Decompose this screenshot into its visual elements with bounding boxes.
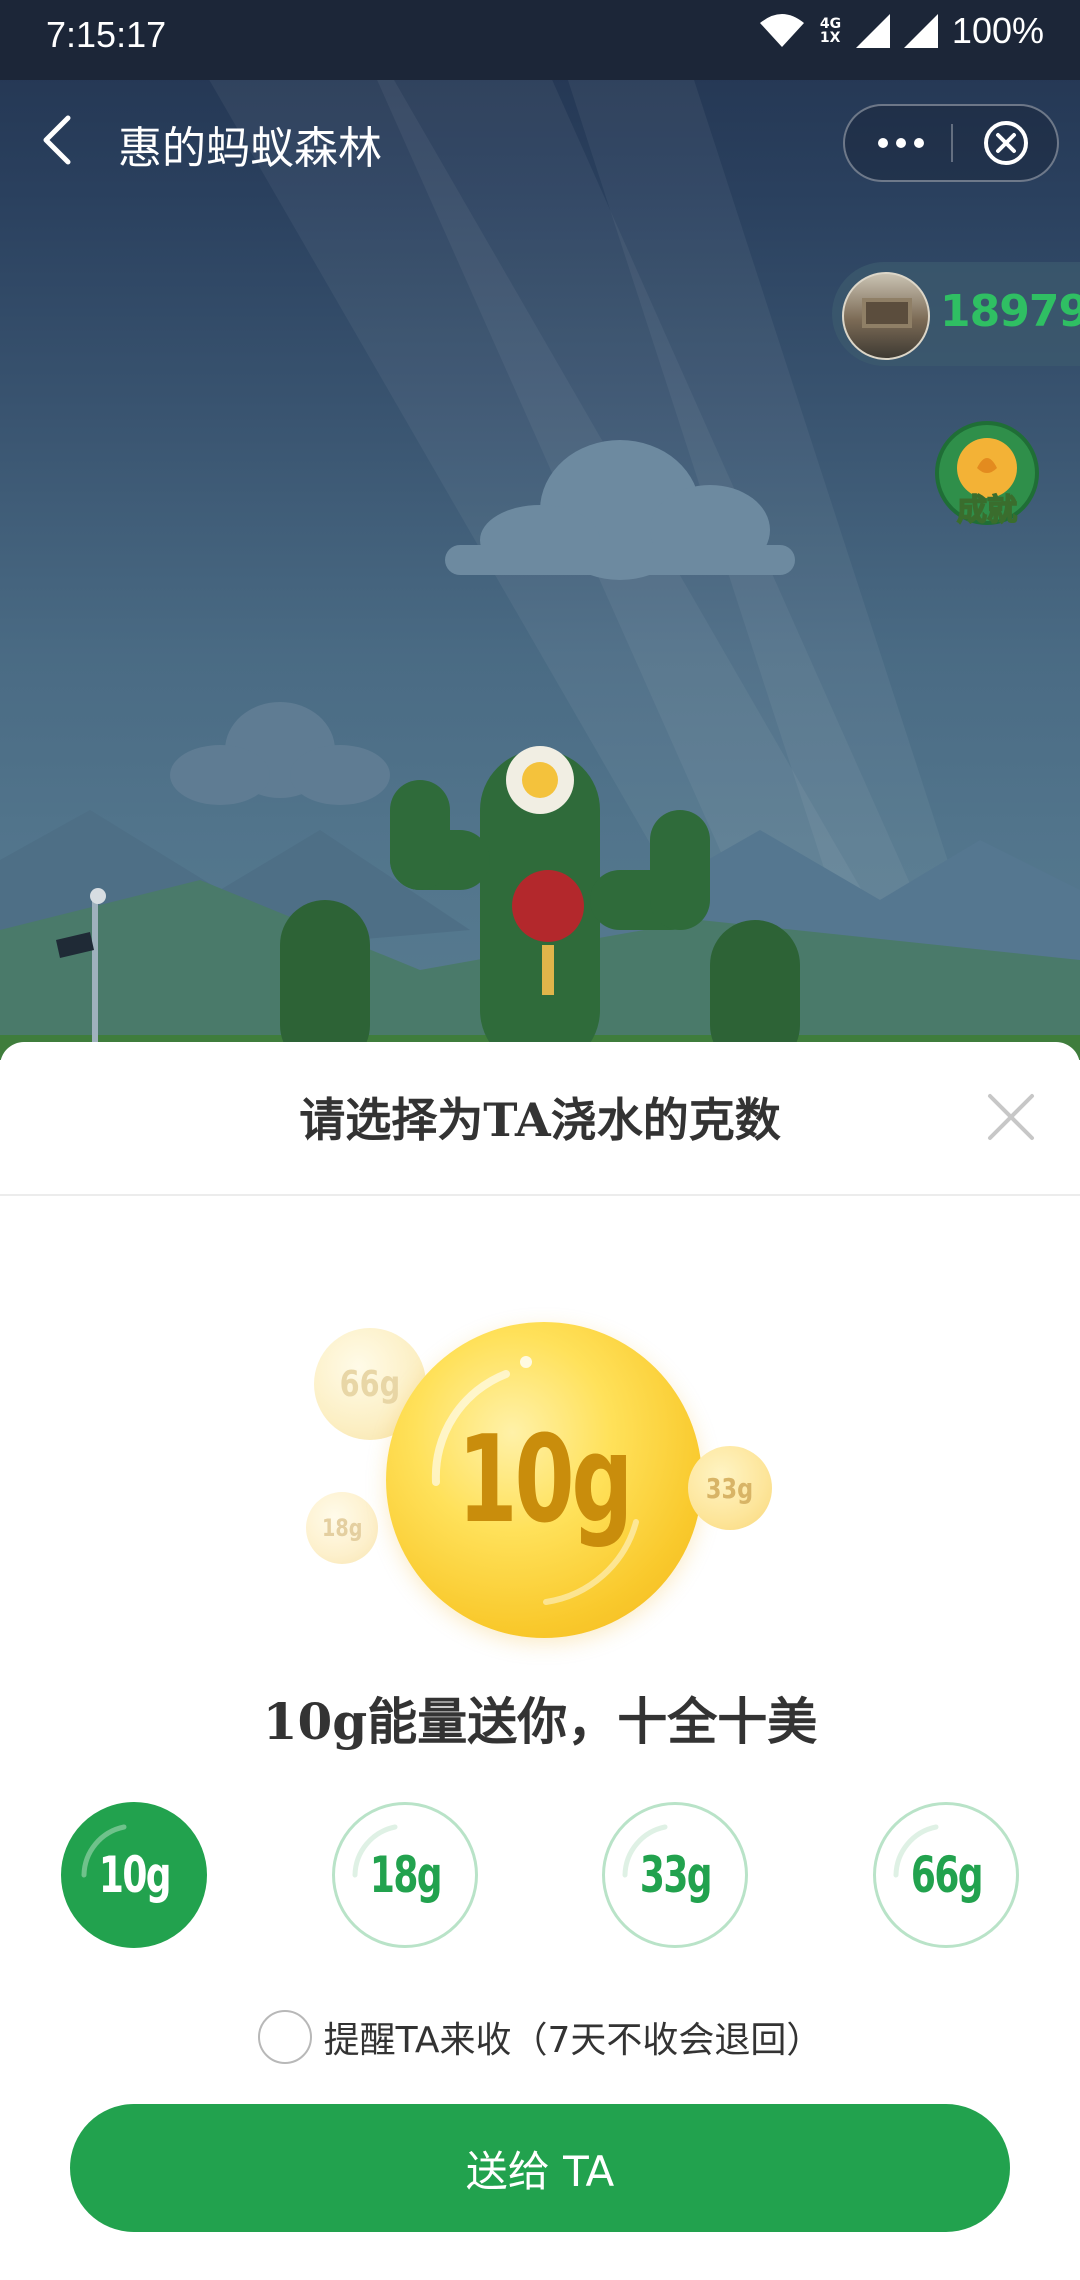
achievement-icon[interactable]: 成就 <box>932 418 1042 538</box>
option-66g[interactable]: 66g <box>873 1802 1019 1948</box>
status-icons: 4G 1X 100% <box>758 10 1044 52</box>
signal-icon <box>903 14 938 48</box>
bubble-18g: 18g <box>306 1492 378 1564</box>
slogan-text: 10g能量送你，十全十美 <box>262 1692 818 1751</box>
option-18g[interactable]: 18g <box>332 1802 478 1948</box>
option-33g[interactable]: 33g <box>602 1802 748 1948</box>
network-type: 4G 1X <box>819 16 842 46</box>
nav-bar: 惠的蚂蚁森林 <box>0 80 1080 200</box>
friend-energy-badge[interactable]: 18979g <box>832 262 1080 366</box>
capsule-divider <box>951 124 953 162</box>
bubble-main: 10g <box>386 1322 702 1638</box>
solar-lamp <box>56 888 106 1060</box>
remind-row[interactable]: 提醒TA来收（7天不收会退回） <box>0 2002 1080 2072</box>
signal-icon <box>855 14 890 48</box>
sheet-divider <box>0 1194 1080 1196</box>
option-10g[interactable]: 10g <box>61 1802 207 1948</box>
cactus-tree <box>280 746 800 1060</box>
bubble-label: 33g <box>706 1471 754 1505</box>
option-label: 10g <box>98 1846 171 1904</box>
bubble-label: 10g <box>457 1410 634 1550</box>
send-button[interactable]: 送给 TA <box>70 2104 1010 2232</box>
water-amount-sheet: 请选择为TA浇水的克数 66g 18g 10g 33g 10g能量送你，十全十美… <box>0 1042 1080 2280</box>
avatar <box>842 272 930 360</box>
gram-options: 10g 18g 33g 66g <box>0 1802 1080 1952</box>
option-label: 18g <box>369 1846 442 1904</box>
energy-bubbles: 66g 18g 10g 33g <box>300 1270 780 1638</box>
achievement-label: 成就 <box>957 493 1017 528</box>
option-label: 33g <box>639 1846 712 1904</box>
option-label: 66g <box>910 1846 983 1904</box>
close-circle-icon[interactable] <box>983 120 1029 166</box>
bubble-label: 18g <box>321 1514 363 1542</box>
remind-checkbox[interactable] <box>257 2010 312 2064</box>
cloud-icon <box>445 440 795 580</box>
bubble-33g: 33g <box>688 1446 772 1530</box>
battery-percent: 100% <box>951 10 1044 51</box>
energy-amount: 18979g <box>940 286 1080 337</box>
mini-program-capsule <box>843 104 1059 182</box>
wifi-icon <box>759 14 804 47</box>
sheet-title: 请选择为TA浇水的克数 <box>299 1093 781 1147</box>
remind-label: 提醒TA来收（7天不收会退回） <box>323 2020 823 2061</box>
status-time: 7:15:17 <box>46 14 167 55</box>
page-title: 惠的蚂蚁森林 <box>118 123 382 174</box>
more-dots-icon[interactable] <box>875 128 927 158</box>
status-bar: 7:15:17 4G 1X 100% <box>0 0 1080 80</box>
close-icon[interactable] <box>984 1090 1038 1144</box>
forest-scene: 7:15:17 4G 1X 100% 惠的蚂蚁森林 18979 成就 <box>0 0 1080 1060</box>
back-arrow-icon[interactable] <box>34 110 84 170</box>
